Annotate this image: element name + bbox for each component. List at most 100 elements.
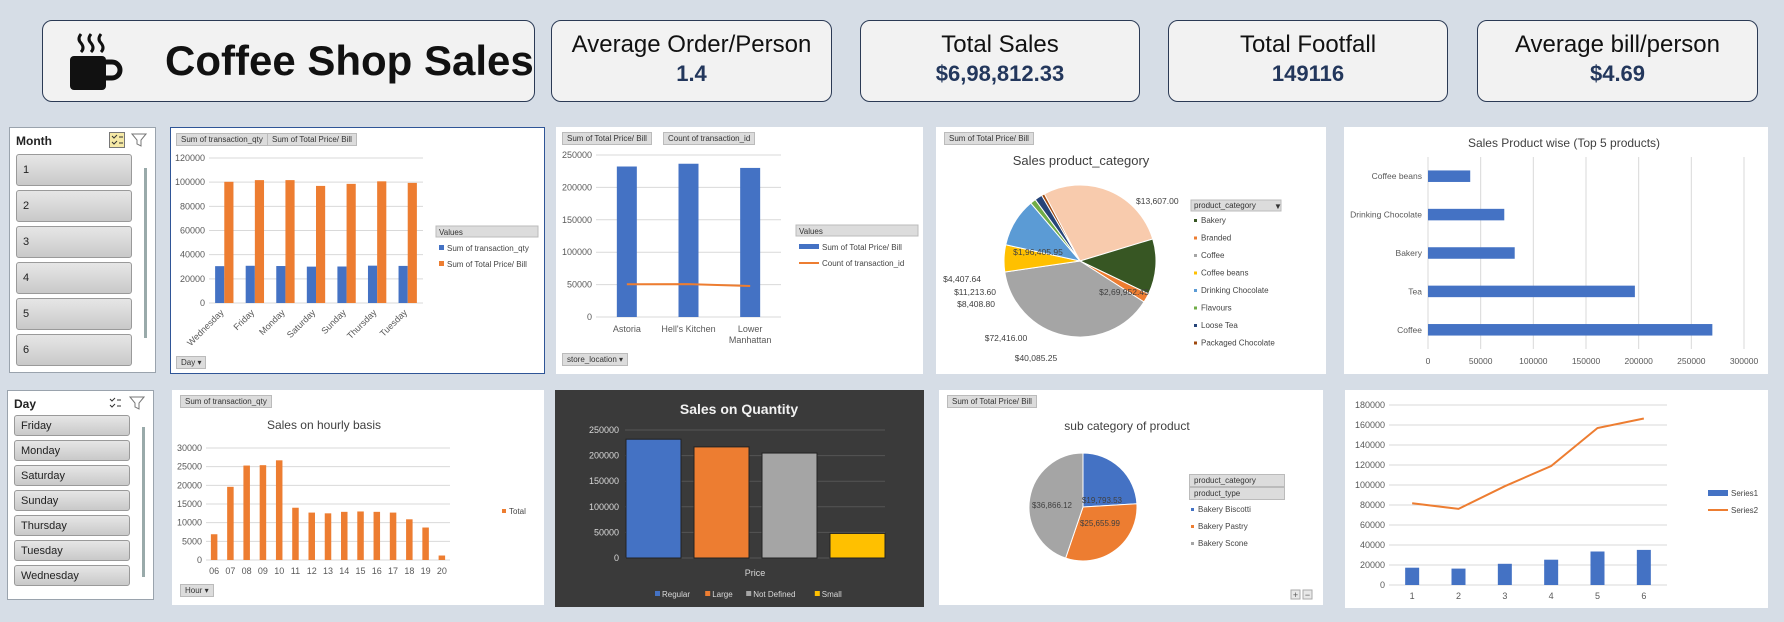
slicer-item[interactable]: Tuesday bbox=[14, 540, 130, 561]
legend-swatch bbox=[1191, 525, 1194, 528]
data-label: $40,085.25 bbox=[1015, 353, 1058, 363]
y-tick-label: 120000 bbox=[1355, 460, 1385, 470]
legend-swatch bbox=[1194, 271, 1197, 275]
multi-select-icon[interactable] bbox=[109, 132, 125, 148]
bar bbox=[346, 183, 356, 303]
clear-filter-icon[interactable] bbox=[131, 132, 147, 148]
monthly-chart-panel: 0 20000 40000 60000 80000 100000 120000 140000 1… bbox=[1345, 390, 1768, 608]
legend-swatch bbox=[1191, 542, 1194, 545]
title-card: Coffee Shop Sales bbox=[42, 20, 535, 102]
legend-swatch bbox=[1194, 324, 1197, 327]
field-button-product-category[interactable]: product_category bbox=[1189, 474, 1285, 487]
bar bbox=[276, 266, 286, 303]
slicer-item[interactable]: 5 bbox=[16, 298, 132, 330]
bar bbox=[1451, 568, 1466, 585]
clear-filter-icon[interactable] bbox=[129, 395, 145, 411]
data-label: $19,793.53 bbox=[1082, 496, 1123, 505]
legend-swatch bbox=[1708, 490, 1728, 496]
y-tick-label: 80000 bbox=[180, 201, 205, 211]
legend-label: Not Defined bbox=[753, 590, 795, 599]
legend-swatch bbox=[439, 245, 444, 250]
bar bbox=[1428, 170, 1471, 182]
legend-swatch bbox=[1194, 306, 1197, 310]
legend-label: Flavours bbox=[1201, 304, 1232, 313]
slicer-item[interactable]: 6 bbox=[16, 334, 132, 366]
day-slicer: Day Friday Monday Saturday Sunday Thursday Tu… bbox=[7, 390, 154, 600]
bar bbox=[389, 512, 397, 560]
legend-label: Bakery Scone bbox=[1198, 539, 1248, 548]
legend-label: Loose Tea bbox=[1201, 321, 1238, 330]
x-tick-label: Friday bbox=[232, 307, 257, 332]
field-button-hour[interactable]: Hour ▾ bbox=[180, 584, 214, 597]
field-button-store-location[interactable]: store_location ▾ bbox=[562, 353, 629, 366]
bar bbox=[740, 167, 761, 317]
legend-swatch bbox=[1194, 254, 1197, 257]
y-tick-label: 250000 bbox=[562, 150, 592, 160]
field-button-day[interactable]: Day ▾ bbox=[176, 356, 207, 369]
chart-title: sub category of product bbox=[1064, 419, 1190, 433]
data-label: $13,607.00 bbox=[1136, 196, 1179, 206]
field-button-sum-price[interactable]: Sum of Total Price/ Bill bbox=[562, 132, 652, 145]
field-button-sum-price[interactable]: Sum of Total Price/ Bill bbox=[944, 132, 1034, 145]
field-button-sum-qty[interactable]: Sum of transaction_qty bbox=[176, 133, 268, 146]
chart-svg: 0 20000 40000 60000 80000 100000 120000 Wednesd… bbox=[175, 153, 539, 348]
slicer-item[interactable]: 1 bbox=[16, 154, 132, 186]
y-tick-label: 60000 bbox=[1360, 520, 1385, 530]
y-tick-label: Bakery bbox=[1396, 248, 1423, 258]
slicer-item[interactable]: Thursday bbox=[14, 515, 130, 536]
data-label: $1,96,405.95 bbox=[1013, 247, 1063, 257]
field-button-product-type[interactable]: product_type bbox=[1189, 487, 1285, 500]
multi-select-icon[interactable] bbox=[107, 395, 123, 411]
legend-swatch bbox=[439, 261, 444, 266]
data-label: $36,866.12 bbox=[1032, 501, 1073, 510]
slicer-item[interactable]: Saturday bbox=[14, 465, 130, 486]
bar bbox=[625, 438, 682, 559]
bar bbox=[616, 166, 637, 317]
slicer-item[interactable]: Sunday bbox=[14, 490, 130, 511]
coffee-cup-icon bbox=[70, 33, 123, 90]
slicer-item[interactable]: Monday bbox=[14, 440, 130, 461]
bar bbox=[285, 180, 295, 303]
chart-svg: 0 50000 100000 150000 200000 250000 Astoria Hel… bbox=[562, 150, 919, 345]
y-tick-label: 50000 bbox=[594, 527, 619, 537]
x-tick-label: 18 bbox=[404, 566, 414, 576]
slicer-item[interactable]: 4 bbox=[16, 262, 132, 294]
y-tick-label: 50000 bbox=[567, 280, 592, 290]
x-tick-label: 15 bbox=[356, 566, 366, 576]
bar bbox=[1636, 549, 1651, 585]
legend-label: Bakery Biscotti bbox=[1198, 505, 1251, 514]
bar bbox=[275, 460, 283, 560]
field-button-sum-price[interactable]: Sum of Total Price/ Bill bbox=[267, 133, 357, 146]
dropdown-icon: ▼ bbox=[1274, 202, 1282, 211]
slicer-item[interactable]: 3 bbox=[16, 226, 132, 258]
slicer-item[interactable]: Friday bbox=[14, 415, 130, 436]
legend-swatch bbox=[1191, 508, 1194, 511]
bar bbox=[337, 266, 347, 303]
dashboard-title: Coffee Shop Sales bbox=[165, 37, 534, 84]
legend-label: Branded bbox=[1201, 234, 1231, 243]
bar bbox=[422, 527, 429, 560]
slicer-item[interactable]: 2 bbox=[16, 190, 132, 222]
y-tick-label: 80000 bbox=[1360, 500, 1385, 510]
bar bbox=[308, 512, 315, 560]
slicer-item[interactable]: Wednesday bbox=[14, 565, 130, 586]
y-tick-label: 100000 bbox=[1355, 480, 1385, 490]
bar bbox=[1544, 559, 1559, 585]
bar bbox=[324, 513, 332, 560]
y-tick-label: 120000 bbox=[175, 153, 205, 163]
x-tick-label: Tuesday bbox=[378, 307, 410, 339]
y-tick-label: 100000 bbox=[175, 177, 205, 187]
bar bbox=[693, 446, 750, 559]
kpi-value: $6,98,812.33 bbox=[935, 61, 1065, 86]
kpi-label: Total Sales bbox=[941, 31, 1059, 58]
field-button-sum-price[interactable]: Sum of Total Price/ Bill bbox=[947, 395, 1037, 408]
legend-label: Regular bbox=[662, 590, 690, 599]
legend-swatch bbox=[705, 591, 711, 596]
field-button-sum-qty[interactable]: Sum of transaction_qty bbox=[180, 395, 272, 408]
x-tick-label: 19 bbox=[421, 566, 431, 576]
subcategory-pie-panel: sub category of product $19,793.53 $25,655… bbox=[939, 390, 1323, 605]
bar bbox=[259, 465, 267, 560]
field-button-count-id[interactable]: Count of transaction_id bbox=[663, 132, 756, 145]
chart-svg: Sales on hourly basis 0 5000 10000 15000 2000… bbox=[177, 418, 526, 576]
y-tick-label: Drinking Chocolate bbox=[1350, 210, 1422, 220]
